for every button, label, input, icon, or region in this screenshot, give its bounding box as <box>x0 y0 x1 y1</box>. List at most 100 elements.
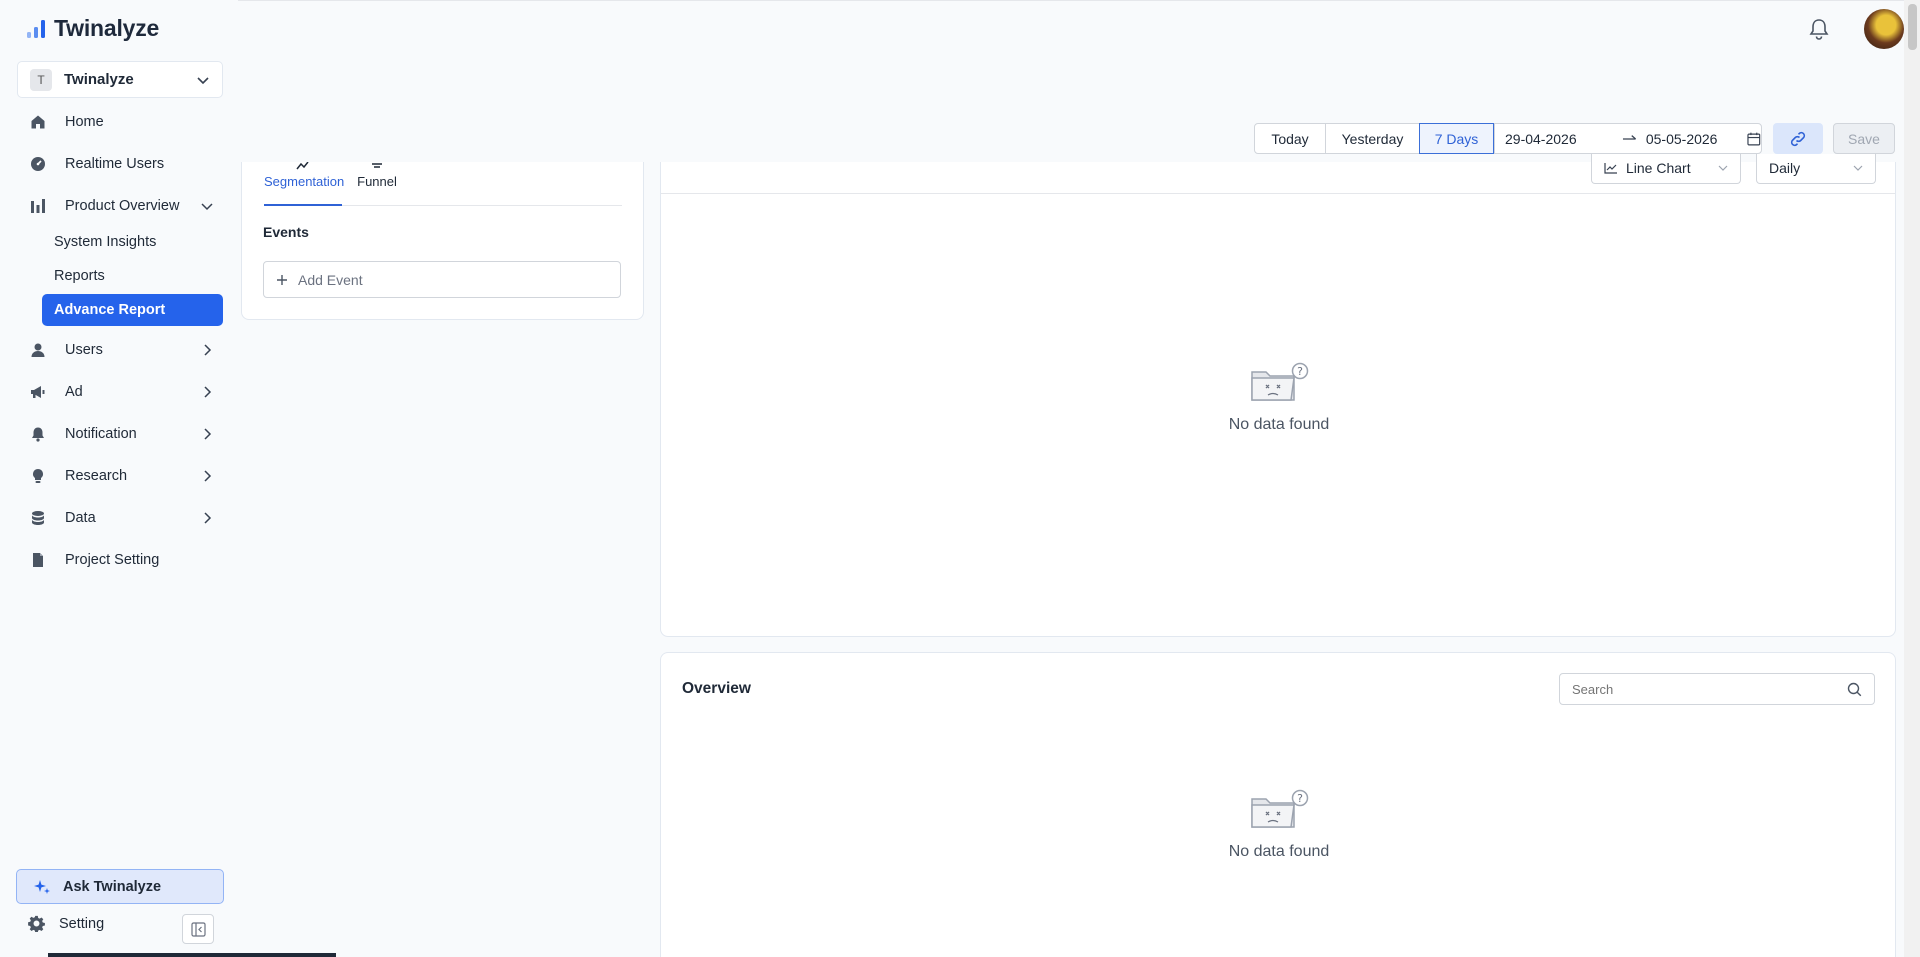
search-icon[interactable] <box>1847 682 1862 697</box>
database-icon <box>32 511 44 525</box>
page-scrollbar[interactable] <box>1904 0 1920 957</box>
overview-empty-state: ? No data found <box>1179 789 1379 861</box>
bottom-progress-bar <box>48 953 336 957</box>
nav-item-system-insights[interactable]: System Insights <box>42 226 223 258</box>
nav-item-users[interactable]: Users <box>17 332 223 368</box>
nav-label: Data <box>65 510 96 526</box>
events-heading: Events <box>263 224 309 240</box>
overview-title: Overview <box>682 680 751 697</box>
tab-segmentation[interactable]: Segmentation <box>264 162 345 189</box>
nav-item-advance-report[interactable]: Advance Report <box>42 294 223 326</box>
document-icon <box>33 553 43 567</box>
date-range-picker[interactable]: 29-04-2026 05-05-2026 <box>1494 123 1762 154</box>
nav-item-home[interactable]: Home <box>17 104 223 140</box>
save-button[interactable]: Save <box>1833 123 1895 154</box>
bar-chart-icon <box>31 199 45 213</box>
workspace-avatar: T <box>30 68 52 91</box>
bar-chart-logo-icon <box>27 19 45 38</box>
chart-empty-state: ? No data found <box>1179 362 1379 434</box>
sidebar: Twinalyze T Twinalyze Home Realtime User… <box>0 0 238 957</box>
chart-type-value: Line Chart <box>1626 160 1691 176</box>
chevron-right-icon <box>204 470 212 482</box>
setting-link[interactable]: Setting <box>28 915 104 932</box>
chart-header-divider <box>661 193 1895 194</box>
start-date[interactable]: 29-04-2026 <box>1505 131 1612 147</box>
yesterday-button[interactable]: Yesterday <box>1325 123 1420 154</box>
calendar-icon <box>1747 132 1761 145</box>
gauge-icon <box>31 157 45 171</box>
chart-type-select[interactable]: Line Chart <box>1591 154 1741 184</box>
add-event-button[interactable]: Add Event <box>263 261 621 298</box>
lightbulb-icon <box>33 469 43 483</box>
home-icon <box>31 115 45 129</box>
bell-icon <box>1809 19 1829 40</box>
user-icon <box>31 343 45 357</box>
interval-select[interactable]: Daily <box>1756 154 1876 184</box>
user-avatar[interactable] <box>1864 9 1904 49</box>
nav-item-notification[interactable]: Notification <box>17 416 223 452</box>
nav-label: Product Overview <box>65 198 180 214</box>
svg-text:?: ? <box>1297 792 1303 805</box>
setting-label: Setting <box>59 915 105 932</box>
active-tab-indicator <box>264 204 342 206</box>
nav-item-product-overview[interactable]: Product Overview <box>17 188 223 224</box>
nav-item-reports[interactable]: Reports <box>42 260 223 292</box>
nav-label: Ad <box>65 384 83 400</box>
add-event-label: Add Event <box>298 271 363 288</box>
nav-label: Users <box>65 342 103 358</box>
plus-icon <box>277 274 287 285</box>
chevron-down-icon <box>1853 165 1863 171</box>
chevron-down-icon <box>1718 165 1728 171</box>
notification-bell-button[interactable] <box>1808 17 1830 44</box>
chevron-right-icon <box>204 428 212 440</box>
scrollbar-thumb[interactable] <box>1908 4 1917 50</box>
bell-icon <box>32 427 44 442</box>
date-range-toolbar: Today Yesterday 7 Days <box>1254 123 1494 154</box>
nav-item-realtime-users[interactable]: Realtime Users <box>17 146 223 182</box>
tab-label: Funnel <box>357 174 397 189</box>
gear-icon <box>28 915 45 932</box>
empty-folder-icon: ? <box>1251 789 1309 828</box>
search-input[interactable] <box>1572 681 1822 697</box>
nav-label: Notification <box>65 426 137 442</box>
megaphone-icon <box>31 386 45 398</box>
chevron-down-icon <box>201 203 213 211</box>
nav-item-data[interactable]: Data <box>17 500 223 536</box>
chevron-down-icon <box>197 76 209 84</box>
tab-funnel[interactable]: Funnel <box>354 163 400 189</box>
workspace-selector[interactable]: T Twinalyze <box>17 61 223 98</box>
end-date[interactable]: 05-05-2026 <box>1646 131 1744 147</box>
sparkle-icon <box>34 879 50 894</box>
overview-panel: Overview ? No data found <box>660 652 1896 957</box>
query-builder-panel: Segmentation Funnel Events Add Event <box>241 162 644 320</box>
empty-folder-icon: ? <box>1251 362 1309 401</box>
copy-link-button[interactable] <box>1773 123 1823 154</box>
seven-days-button[interactable]: 7 Days <box>1419 123 1494 154</box>
today-button[interactable]: Today <box>1254 123 1326 154</box>
chart-panel: Line Chart Daily ? No data found <box>660 154 1896 637</box>
nav-label: Realtime Users <box>65 156 165 172</box>
chevron-right-icon <box>204 512 212 524</box>
chevron-right-icon <box>204 344 212 356</box>
nav-item-project-setting[interactable]: Project Setting <box>17 542 223 578</box>
tab-label: Segmentation <box>264 174 345 189</box>
nav-label: Research <box>65 468 128 484</box>
collapse-sidebar-button[interactable] <box>182 914 214 944</box>
nav-label: Project Setting <box>65 552 160 568</box>
arrow-right-icon <box>1623 134 1637 140</box>
nav-item-research[interactable]: Research <box>17 458 223 494</box>
empty-message: No data found <box>1228 416 1330 433</box>
segmentation-icon <box>296 162 309 170</box>
app-logo[interactable]: Twinalyze <box>26 15 159 42</box>
ask-twinalyze-button[interactable]: Ask Twinalyze <box>16 869 224 904</box>
line-chart-icon <box>1604 163 1617 174</box>
nav-item-ad[interactable]: Ad <box>17 374 223 410</box>
nav-label: Home <box>65 114 104 130</box>
header-divider <box>0 0 1904 1</box>
overview-search[interactable] <box>1559 673 1875 705</box>
chevron-right-icon <box>204 386 212 398</box>
empty-message: No data found <box>1228 843 1330 860</box>
link-icon <box>1790 131 1806 146</box>
funnel-icon <box>372 163 382 168</box>
interval-value: Daily <box>1769 160 1801 176</box>
